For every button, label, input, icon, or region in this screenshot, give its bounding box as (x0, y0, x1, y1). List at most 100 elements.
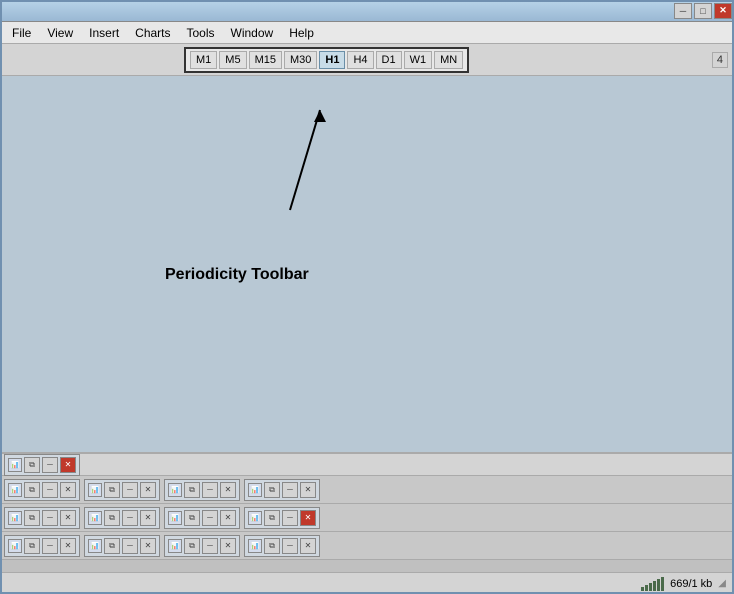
bar-seg-3 (649, 583, 652, 591)
win-icon: 📊 (88, 483, 102, 497)
menu-charts[interactable]: Charts (127, 24, 178, 42)
win-restore[interactable]: ⧉ (264, 538, 280, 554)
close-button[interactable]: ✕ (714, 3, 732, 19)
bar-seg-6 (661, 577, 664, 591)
win-group-2-3: 📊 ⧉ ─ ✕ (244, 507, 320, 529)
win-minimize[interactable]: ─ (202, 482, 218, 498)
win-minimize[interactable]: ─ (122, 482, 138, 498)
win-restore[interactable]: ⧉ (264, 482, 280, 498)
win-minimize[interactable]: ─ (42, 482, 58, 498)
win-group-2-1: 📊 ⧉ ─ ✕ (84, 507, 160, 529)
win-close[interactable]: ✕ (300, 538, 316, 554)
win-group-3-0: 📊 ⧉ ─ ✕ (4, 535, 80, 557)
win-restore[interactable]: ⧉ (264, 510, 280, 526)
win-close[interactable]: ✕ (60, 538, 76, 554)
win-icon: 📊 (88, 539, 102, 553)
win-close[interactable]: ✕ (140, 482, 156, 498)
menu-file[interactable]: File (4, 24, 39, 42)
period-MN[interactable]: MN (434, 51, 463, 69)
window-row-3: 📊 ⧉ ─ ✕ 📊 ⧉ ─ ✕ 📊 ⧉ ─ ✕ 📊 ⧉ ─ ✕ (0, 532, 734, 560)
scroll-number: 4 (712, 52, 728, 68)
menu-help[interactable]: Help (281, 24, 322, 42)
win-close[interactable]: ✕ (220, 538, 236, 554)
menu-view[interactable]: View (39, 24, 81, 42)
win-group-0-0: 📊 ⧉ ─ ✕ (4, 454, 80, 476)
win-minimize[interactable]: ─ (42, 457, 58, 473)
win-group-1-0: 📊 ⧉ ─ ✕ (4, 479, 80, 501)
win-icon: 📊 (168, 483, 182, 497)
toolbar-area: M1 M5 M15 M30 H1 H4 D1 W1 MN 4 (0, 44, 734, 76)
win-minimize[interactable]: ─ (202, 510, 218, 526)
win-close[interactable]: ✕ (60, 457, 76, 473)
win-minimize[interactable]: ─ (282, 482, 298, 498)
resize-icon: ◢ (718, 578, 726, 589)
win-icon: 📊 (8, 511, 22, 525)
window-row-2: 📊 ⧉ ─ ✕ 📊 ⧉ ─ ✕ 📊 ⧉ ─ ✕ 📊 ⧉ ─ ✕ (0, 504, 734, 532)
win-close[interactable]: ✕ (60, 510, 76, 526)
window-row-1: 📊 ⧉ ─ ✕ 📊 ⧉ ─ ✕ 📊 ⧉ ─ ✕ 📊 ⧉ ─ ✕ (0, 476, 734, 504)
win-group-3-2: 📊 ⧉ ─ ✕ (164, 535, 240, 557)
main-content: Periodicity Toolbar (0, 76, 734, 474)
win-restore[interactable]: ⧉ (24, 538, 40, 554)
win-minimize[interactable]: ─ (202, 538, 218, 554)
arrow-annotation (0, 76, 734, 474)
win-minimize[interactable]: ─ (282, 538, 298, 554)
win-restore[interactable]: ⧉ (24, 482, 40, 498)
period-M5[interactable]: M5 (219, 51, 246, 69)
win-close[interactable]: ✕ (220, 510, 236, 526)
win-restore[interactable]: ⧉ (24, 510, 40, 526)
win-restore[interactable]: ⧉ (104, 482, 120, 498)
win-icon: 📊 (8, 458, 22, 472)
win-icon: 📊 (8, 539, 22, 553)
win-restore[interactable]: ⧉ (184, 538, 200, 554)
win-group-1-2: 📊 ⧉ ─ ✕ (164, 479, 240, 501)
win-restore[interactable]: ⧉ (104, 510, 120, 526)
win-group-3-3: 📊 ⧉ ─ ✕ (244, 535, 320, 557)
win-minimize[interactable]: ─ (122, 510, 138, 526)
period-H4[interactable]: H4 (347, 51, 373, 69)
bar-seg-4 (653, 581, 656, 591)
menu-bar: File View Insert Charts Tools Window Hel… (0, 22, 734, 44)
periodicity-toolbar: M1 M5 M15 M30 H1 H4 D1 W1 MN (184, 47, 469, 73)
win-minimize[interactable]: ─ (42, 538, 58, 554)
period-D1[interactable]: D1 (376, 51, 402, 69)
win-close[interactable]: ✕ (60, 482, 76, 498)
win-close[interactable]: ✕ (140, 510, 156, 526)
win-close[interactable]: ✕ (220, 482, 236, 498)
period-M30[interactable]: M30 (284, 51, 317, 69)
win-restore[interactable]: ⧉ (104, 538, 120, 554)
bar-seg-2 (645, 585, 648, 591)
period-M15[interactable]: M15 (249, 51, 282, 69)
win-icon: 📊 (248, 511, 262, 525)
status-bar: 669/1 kb ◢ (0, 572, 734, 594)
window-bars: 📊 ⧉ ─ ✕ 📊 ⧉ ─ ✕ 📊 ⧉ ─ ✕ 📊 ⧉ ─ ✕ 📊 ⧉ ─ (0, 452, 734, 572)
win-minimize[interactable]: ─ (282, 510, 298, 526)
period-W1[interactable]: W1 (404, 51, 433, 69)
period-M1[interactable]: M1 (190, 51, 217, 69)
menu-window[interactable]: Window (223, 24, 282, 42)
maximize-button[interactable]: □ (694, 3, 712, 19)
win-group-2-0: 📊 ⧉ ─ ✕ (4, 507, 80, 529)
win-close[interactable]: ✕ (140, 538, 156, 554)
title-bar-buttons: ─ □ ✕ (674, 3, 732, 19)
win-icon: 📊 (248, 539, 262, 553)
win-close[interactable]: ✕ (300, 482, 316, 498)
menu-insert[interactable]: Insert (81, 24, 127, 42)
win-group-2-2: 📊 ⧉ ─ ✕ (164, 507, 240, 529)
win-restore[interactable]: ⧉ (24, 457, 40, 473)
menu-tools[interactable]: Tools (179, 24, 223, 42)
win-restore[interactable]: ⧉ (184, 510, 200, 526)
win-close-active[interactable]: ✕ (300, 510, 316, 526)
memory-bars-icon (641, 577, 664, 591)
win-restore[interactable]: ⧉ (184, 482, 200, 498)
title-bar: ─ □ ✕ (0, 0, 734, 22)
minimize-button[interactable]: ─ (674, 3, 692, 19)
win-icon: 📊 (248, 483, 262, 497)
period-H1[interactable]: H1 (319, 51, 345, 69)
win-icon: 📊 (88, 511, 102, 525)
win-icon: 📊 (168, 539, 182, 553)
bar-seg-5 (657, 579, 660, 591)
win-minimize[interactable]: ─ (42, 510, 58, 526)
win-minimize[interactable]: ─ (122, 538, 138, 554)
win-group-1-3: 📊 ⧉ ─ ✕ (244, 479, 320, 501)
